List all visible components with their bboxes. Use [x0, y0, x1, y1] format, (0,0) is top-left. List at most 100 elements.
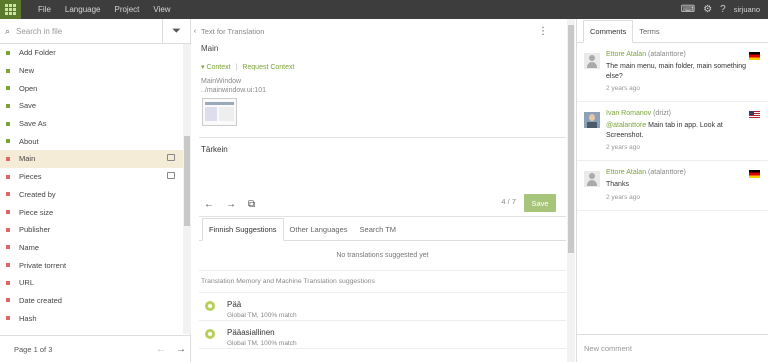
- list-item[interactable]: About: [0, 132, 183, 150]
- previous-string-arrow-icon[interactable]: ←: [204, 199, 214, 210]
- mention-link[interactable]: @atalanttore: [606, 122, 646, 129]
- list-item[interactable]: Save As: [0, 115, 183, 133]
- top-right-controls: ⌨ ⚙ ? sirjuano: [681, 4, 768, 15]
- editor-scrollbar[interactable]: [567, 19, 575, 362]
- list-item[interactable]: Date created: [0, 292, 183, 310]
- string-list-sidebar: ⌕ Search in file ⏷ Add Folder New Open Save…: [0, 18, 191, 362]
- comments-panel: Comments Terms Ettore Atalan (atalanttor…: [576, 19, 768, 362]
- menu-view[interactable]: View: [146, 5, 177, 14]
- search-bar: ⌕ Search in file ⏷: [0, 18, 190, 44]
- editor-toolbar: ← → ⧉: [204, 199, 255, 210]
- grid-icon: [5, 4, 16, 15]
- suggestion-item[interactable]: Pääasiallinen Global TM, 100% match: [199, 321, 566, 349]
- list-item-label: Date created: [19, 295, 62, 305]
- list-item-label: URL: [19, 278, 35, 288]
- prev-page-arrow-icon[interactable]: ←: [151, 344, 171, 355]
- suggestion-match: Global TM, 100% match: [227, 312, 297, 319]
- sidebar-scrollbar[interactable]: [183, 44, 191, 334]
- comment-icon: [167, 154, 175, 162]
- status-dot-icon: [6, 192, 10, 197]
- save-button[interactable]: Save: [524, 194, 556, 212]
- list-item[interactable]: Private torrent: [0, 256, 183, 274]
- suggestion-match: Global TM, 100% match: [227, 340, 297, 347]
- list-item-label: Open: [19, 83, 38, 93]
- list-item[interactable]: New: [0, 62, 183, 80]
- menu-language[interactable]: Language: [58, 5, 108, 14]
- context-window: MainWindow: [201, 78, 242, 85]
- flag-icon: [749, 111, 760, 119]
- tm-icon: [205, 301, 215, 311]
- next-string-arrow-icon[interactable]: →: [226, 199, 236, 210]
- list-item[interactable]: Created by: [0, 186, 183, 204]
- collapse-left-chevron-icon[interactable]: ‹: [191, 28, 199, 35]
- comment-list: Ettore Atalan (atalanttore) The main menu…: [577, 43, 768, 211]
- menu-file[interactable]: File: [31, 5, 58, 14]
- source-pane: Text for Translation ⋮ Main ▾ Context | …: [199, 19, 566, 138]
- list-item[interactable]: Publisher: [0, 221, 183, 239]
- translation-editor: Text for Translation ⋮ Main ▾ Context | …: [199, 19, 566, 362]
- status-dot-icon: [6, 103, 10, 108]
- status-dot-icon: [6, 316, 10, 321]
- comment-date: 2 years ago: [606, 193, 640, 201]
- tab-search-tm[interactable]: Search TM: [354, 219, 403, 240]
- list-item[interactable]: Open: [0, 79, 183, 97]
- help-icon[interactable]: ?: [720, 4, 726, 15]
- list-item[interactable]: URL: [0, 274, 183, 292]
- translation-input[interactable]: Tärkein: [199, 138, 566, 161]
- comment-item: Ettore Atalan (atalanttore) The main menu…: [577, 43, 768, 102]
- menu-project[interactable]: Project: [107, 5, 146, 14]
- pager: Page 1 of 3 ← →: [0, 335, 191, 362]
- suggestion-list: Pää Global TM, 100% match Pääasiallinen Glo…: [199, 293, 566, 349]
- search-input[interactable]: Search in file: [16, 27, 162, 36]
- comment-item: Ettore Atalan (atalanttore) Thanks 2 years…: [577, 161, 768, 211]
- tab-terms[interactable]: Terms: [633, 21, 665, 42]
- context-info: MainWindow ../mainwindow.ui:101: [199, 77, 566, 95]
- next-page-arrow-icon[interactable]: →: [171, 344, 191, 355]
- comment-icon: [167, 171, 175, 179]
- app-logo[interactable]: [0, 0, 21, 19]
- tab-other-languages[interactable]: Other Languages: [284, 219, 354, 240]
- context-toggle[interactable]: ▾ Context: [201, 64, 231, 71]
- tab-finnish-suggestions[interactable]: Finnish Suggestions: [202, 218, 284, 241]
- status-dot-icon: [6, 156, 10, 161]
- translation-pane: Tärkein ← → ⧉ 4 / 7 Save: [199, 138, 566, 217]
- copy-source-icon[interactable]: ⧉: [248, 199, 255, 210]
- comment-author: Ettore Atalan (atalanttore): [606, 169, 686, 176]
- suggestion-item[interactable]: Pää Global TM, 100% match: [199, 293, 566, 321]
- status-dot-icon: [6, 227, 10, 232]
- user-name[interactable]: sirjuano: [734, 5, 760, 14]
- status-dot-icon: [6, 263, 10, 268]
- list-item-label: Hash: [19, 313, 37, 323]
- tab-comments[interactable]: Comments: [583, 20, 634, 43]
- status-dot-icon: [6, 280, 10, 285]
- source-label: Text for Translation: [201, 27, 265, 36]
- list-item[interactable]: Piece size: [0, 203, 183, 221]
- screenshot-thumbnail[interactable]: [202, 98, 237, 126]
- new-comment-input[interactable]: New comment: [577, 334, 768, 362]
- search-icon: ⌕: [5, 25, 11, 36]
- list-item[interactable]: Add Folder: [0, 44, 183, 62]
- list-item[interactable]: Save: [0, 97, 183, 115]
- avatar: [584, 171, 600, 187]
- list-item[interactable]: Name: [0, 239, 183, 257]
- more-options-icon[interactable]: ⋮: [538, 27, 548, 37]
- context-file: ../mainwindow.ui:101: [201, 87, 266, 94]
- gear-icon[interactable]: ⚙: [703, 4, 712, 15]
- status-dot-icon: [6, 86, 10, 91]
- status-dot-icon: [6, 174, 10, 179]
- list-item[interactable]: Hash: [0, 309, 183, 327]
- no-suggestions-message: No translations suggested yet: [199, 241, 566, 271]
- list-item[interactable]: Pieces: [0, 168, 183, 186]
- comment-body: Thanks: [606, 181, 629, 188]
- list-item-label: Add Folder: [19, 48, 56, 58]
- request-context-link[interactable]: Request Context: [242, 64, 294, 71]
- status-dot-icon: [6, 50, 10, 55]
- filter-icon[interactable]: ⏷: [162, 18, 190, 44]
- list-item-label: About: [19, 136, 39, 146]
- keyboard-icon[interactable]: ⌨: [681, 4, 695, 15]
- list-item-label: Name: [19, 242, 40, 252]
- list-item[interactable]: Main: [0, 150, 183, 168]
- main-menu: File Language Project View: [31, 5, 178, 14]
- status-dot-icon: [6, 68, 10, 73]
- comment-date: 2 years ago: [606, 85, 640, 92]
